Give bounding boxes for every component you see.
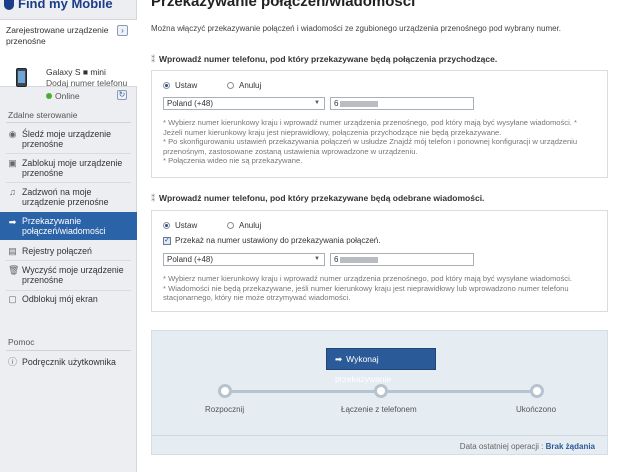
device-card: Zarejestrowane urządzenie przenośne › Ga… — [0, 19, 137, 101]
intro-text: Można włączyć przekazywanie połączeń i w… — [151, 24, 562, 33]
refresh-icon[interactable]: ↻ — [117, 90, 127, 100]
divider — [152, 435, 607, 436]
sidebar-item-label: Zablokuj moje urządzenie przenośne — [22, 158, 123, 178]
device-header: Zarejestrowane urządzenie przenośne — [6, 25, 109, 46]
sidebar: Find my Mobile Zarejestrowane urządzenie… — [0, 0, 137, 472]
calls-cancel-label: Anuluj — [239, 81, 262, 90]
online-status-icon — [46, 93, 52, 99]
messages-heading: Wprowadź numer telefonu, pod który przek… — [159, 193, 485, 203]
messages-section-title: ⁑ Wprowadź numer telefonu, pod który prze… — [151, 193, 484, 204]
number-value: 6 — [334, 99, 339, 108]
number-value: 6 — [334, 255, 339, 264]
run-forwarding-label: Wykonaj przekazywanie — [335, 354, 392, 384]
sidebar-item-label: Wyczyść moje urządzenie przenośne — [22, 265, 124, 285]
app-logo: Find my Mobile — [0, 0, 136, 12]
forward-arrow-icon: ➡ — [8, 217, 17, 227]
messages-country-select[interactable]: Poland (+48) ▼ — [163, 253, 325, 266]
forward-to-call-number-label: Przekaż na numer ustawiony do przekazywa… — [175, 236, 381, 245]
redacted-number — [340, 100, 379, 107]
last-operation: Data ostatniej operacji : Brak żądania — [460, 442, 595, 451]
messages-panel: Ustaw Anuluj ✓ Przekaż na numer ustawion… — [151, 210, 608, 312]
info-icon: ⓘ — [8, 357, 18, 367]
step-label-done: Ukończono — [516, 405, 557, 414]
chevron-right-icon[interactable]: › — [117, 25, 128, 36]
calls-set-radio[interactable] — [163, 82, 170, 89]
sidebar-item-user-guide[interactable]: ⓘ Podręcznik użytkownika — [0, 357, 137, 369]
divider — [6, 350, 131, 351]
step-dot-start — [218, 384, 232, 398]
run-forwarding-button[interactable]: ➡ Wykonaj przekazywanie — [326, 348, 436, 384]
messages-number-input[interactable]: 6 — [330, 253, 474, 266]
sidebar-item-ring[interactable]: ♫ Zadzwoń na moje urządzenie przenośne — [0, 187, 137, 211]
document-icon: ▤ — [8, 246, 17, 256]
sidebar-item-forwarding[interactable]: ➡ Przekazywanie połączeń/wiadomości — [0, 212, 137, 240]
note-line: * Wybierz numer kierunkowy kraju i wprow… — [163, 274, 572, 283]
calls-panel: Ustaw Anuluj Poland (+48) ▼ 6 * Wybierz … — [151, 70, 608, 178]
device-status: Online — [55, 91, 80, 101]
note-line: * Wybierz numer kierunkowy kraju i wprow… — [163, 118, 577, 137]
section-bullet-icon: ⁑ — [151, 193, 156, 203]
help-title: Pomoc — [8, 337, 35, 347]
page-title: Przekazywanie połączeń/wiadomości — [151, 0, 416, 10]
calls-set-label: Ustaw — [175, 81, 198, 90]
forward-arrow-icon: ➡ — [335, 354, 343, 364]
step-label-start: Rozpocznij — [205, 405, 245, 414]
messages-set-label: Ustaw — [175, 221, 198, 230]
forward-to-call-number-checkbox[interactable]: ✓ — [163, 237, 171, 245]
sidebar-item-label: Zadzwoń na moje urządzenie przenośne — [22, 187, 109, 207]
remote-control-title: Zdalne sterowanie — [8, 110, 78, 120]
section-bullet-icon: ⁑ — [151, 54, 156, 64]
messages-set-radio[interactable] — [163, 222, 170, 229]
trash-icon: 🗑 — [8, 265, 20, 275]
messages-cancel-radio[interactable] — [227, 222, 234, 229]
lock-icon: ▣ — [8, 158, 17, 168]
step-dot-done — [530, 384, 544, 398]
sidebar-item-label: Odblokuj mój ekran — [22, 294, 98, 304]
device-name: Galaxy S ■ mini — [46, 67, 106, 77]
country-value: Poland (+48) — [167, 99, 214, 108]
calls-cancel-radio[interactable] — [227, 82, 234, 89]
divider — [6, 153, 131, 154]
calls-number-input[interactable]: 6 — [330, 97, 474, 110]
note-line: * Połączenia wideo nie są przekazywane. — [163, 156, 303, 166]
calls-heading: Wprowadź numer telefonu, pod który przek… — [159, 54, 498, 64]
calls-notes: * Wybierz numer kierunkowy kraju i wprow… — [163, 118, 593, 166]
last-operation-label: Data ostatniej operacji : — [459, 442, 544, 451]
phone-icon — [16, 68, 27, 87]
sidebar-item-label: Podręcznik użytkownika — [22, 357, 116, 367]
redacted-number — [340, 256, 379, 263]
calls-country-select[interactable]: Poland (+48) ▼ — [163, 97, 325, 110]
step-label-connect: Łączenie z telefonem — [341, 405, 417, 414]
unlock-icon: ▢ — [8, 294, 17, 304]
step-dot-connect — [374, 384, 388, 398]
add-phone-number-link[interactable]: Dodaj numer telefonu — [46, 78, 127, 88]
location-pin-icon: ◉ — [8, 129, 17, 139]
sidebar-item-call-logs[interactable]: ▤ Rejestry połączeń — [0, 246, 137, 258]
messages-notes: * Wybierz numer kierunkowy kraju i wprow… — [163, 274, 593, 303]
divider — [6, 122, 131, 123]
sidebar-item-label: Rejestry połączeń — [22, 246, 92, 256]
sidebar-item-unlock[interactable]: ▢ Odblokuj mój ekran — [0, 294, 137, 306]
sidebar-item-locate[interactable]: ◉ Śledź moje urządzenie przenośne — [0, 129, 137, 153]
last-operation-value: Brak żądania — [545, 442, 595, 451]
divider — [6, 290, 131, 291]
chevron-down-icon: ▼ — [314, 100, 320, 106]
music-note-icon: ♫ — [9, 187, 16, 197]
calls-section-title: ⁑ Wprowadź numer telefonu, pod który prze… — [151, 54, 497, 65]
country-value: Poland (+48) — [167, 255, 214, 264]
divider — [6, 260, 131, 261]
shield-logo-icon — [4, 0, 14, 10]
progress-panel: ➡ Wykonaj przekazywanie Rozpocznij Łączen… — [151, 330, 608, 455]
chevron-down-icon: ▼ — [314, 256, 320, 262]
note-line: * Po skonfigurowaniu ustawień przekazywa… — [163, 137, 578, 156]
sidebar-item-label: Śledź moje urządzenie przenośne — [22, 129, 111, 149]
note-line: * Wiadomości nie będą przekazywane, jeśl… — [163, 283, 569, 303]
sidebar-item-lock[interactable]: ▣ Zablokuj moje urządzenie przenośne — [0, 158, 137, 182]
divider — [6, 182, 131, 183]
sidebar-item-label: Przekazywanie połączeń/wiadomości — [22, 216, 106, 236]
app-title: Find my Mobile — [18, 0, 113, 11]
messages-cancel-label: Anuluj — [239, 221, 262, 230]
sidebar-item-wipe[interactable]: 🗑 Wyczyść moje urządzenie przenośne — [0, 265, 137, 289]
